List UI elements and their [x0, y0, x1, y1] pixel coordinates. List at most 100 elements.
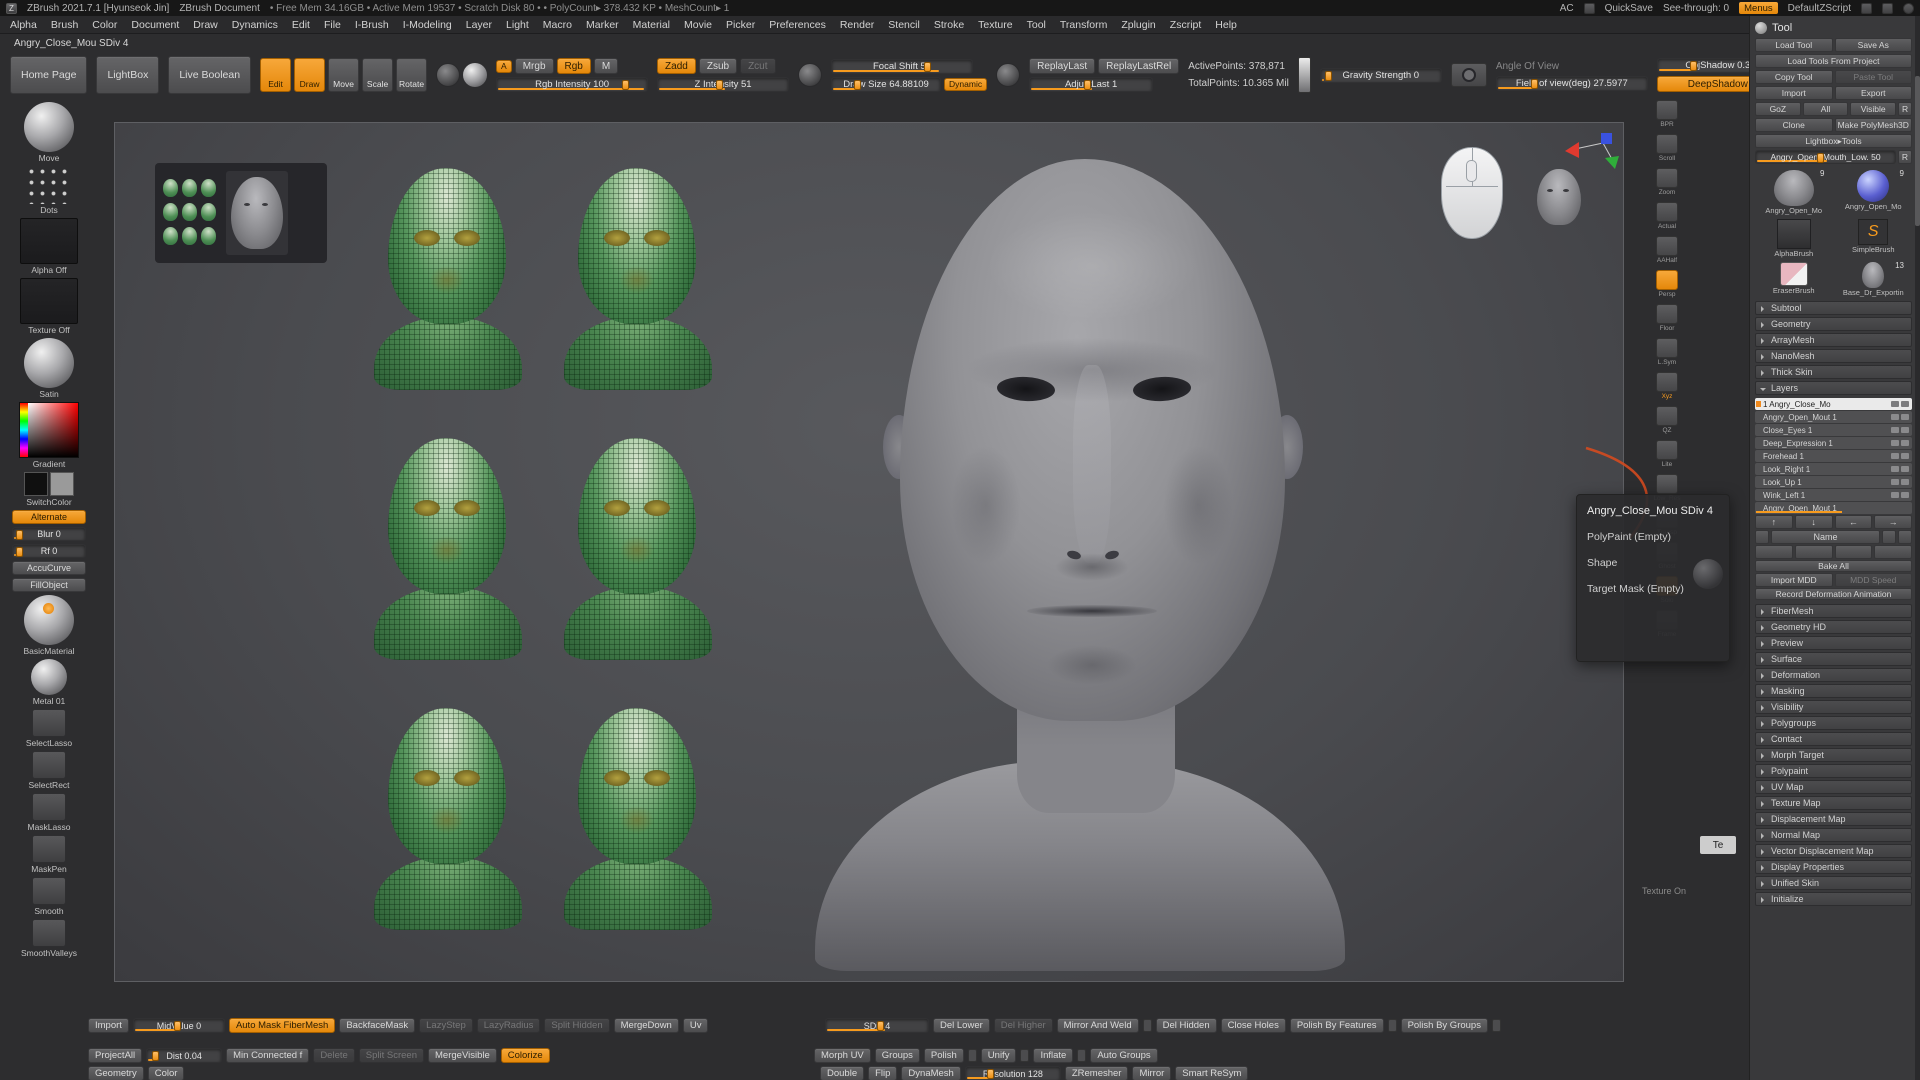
slider-draw-size-64-88109[interactable]: Draw Size 64.88109	[831, 77, 941, 92]
smooth-icon[interactable]	[32, 877, 66, 905]
mrgb[interactable]: Mrgb	[515, 58, 554, 74]
circle[interactable]	[798, 63, 822, 87]
morph-uv[interactable]: Morph UV	[814, 1048, 871, 1063]
tool-btn-import[interactable]: Import	[1755, 86, 1833, 100]
menu-marker[interactable]: Marker	[586, 19, 619, 31]
gradient-icon[interactable]	[19, 402, 79, 458]
zsub[interactable]: Zsub	[699, 58, 737, 74]
layer-deep-expression-1[interactable]: Deep_Expression 1	[1755, 437, 1912, 449]
menu-file[interactable]: File	[324, 19, 341, 31]
see-through-slider[interactable]: See-through: 0	[1663, 3, 1729, 14]
slider-adjustlast-1[interactable]: AdjustLast 1	[1029, 77, 1153, 92]
maskpen-icon[interactable]	[32, 835, 66, 863]
thumb-eraserbrush[interactable]: EraserBrush	[1755, 260, 1833, 297]
section-surface[interactable]: Surface	[1755, 652, 1912, 666]
section-unified-skin[interactable]: Unified Skin	[1755, 876, 1912, 890]
draw[interactable]: Draw	[294, 58, 325, 92]
slider-dist-0-04[interactable]: Dist 0.04	[146, 1048, 222, 1063]
thumb-simplebrush[interactable]: SSimpleBrush	[1835, 217, 1913, 258]
mini[interactable]	[1492, 1019, 1501, 1032]
shelf-bpr[interactable]: BPR	[1656, 100, 1678, 128]
menu-draw[interactable]: Draw	[193, 19, 218, 31]
menu-document[interactable]: Document	[131, 19, 179, 31]
tool-btn-make-polymesh3d[interactable]: Make PolyMesh3D	[1835, 118, 1913, 132]
mini[interactable]	[1143, 1019, 1152, 1032]
record-deformation-button[interactable]: Record Deformation Animation	[1755, 588, 1912, 600]
masklasso-icon[interactable]	[32, 793, 66, 821]
auto-groups[interactable]: Auto Groups	[1090, 1048, 1157, 1063]
popup-item-polypaint-empty[interactable]: PolyPaint (Empty)	[1587, 531, 1719, 543]
unify[interactable]: Unify	[981, 1048, 1017, 1063]
layer-1-angry-close-mo[interactable]: 1 Angry_Close_Mo	[1755, 398, 1912, 410]
tool-btn-copy-tool[interactable]: Copy Tool	[1755, 70, 1833, 84]
del-hidden[interactable]: Del Hidden	[1156, 1018, 1217, 1033]
slider-gravity-strength-0[interactable]: Gravity Strength 0	[1320, 68, 1442, 83]
flip[interactable]: Flip	[868, 1066, 897, 1080]
accucurve[interactable]: AccuCurve	[12, 561, 86, 575]
dynamic[interactable]: Dynamic	[944, 78, 987, 91]
menus-toggle[interactable]: Menus	[1739, 2, 1778, 14]
mirror[interactable]: Mirror	[1132, 1066, 1171, 1080]
layer-icon-button[interactable]	[1755, 530, 1769, 544]
tool-btn-lightbox-tools[interactable]: Lightbox▸Tools	[1755, 134, 1912, 148]
sphereico[interactable]	[463, 63, 487, 87]
satin-icon[interactable]	[24, 338, 74, 388]
import[interactable]: Import	[88, 1018, 129, 1033]
zadd[interactable]: Zadd	[657, 58, 696, 74]
smoothvalleys-icon[interactable]	[32, 919, 66, 947]
section-nanomesh[interactable]: NanoMesh	[1755, 349, 1912, 363]
section-display-properties[interactable]: Display Properties	[1755, 860, 1912, 874]
default-zscript-button[interactable]: DefaultZScript	[1788, 3, 1851, 14]
menu-alpha[interactable]: Alpha	[10, 19, 37, 31]
bake-all-button[interactable]: Bake All	[1755, 560, 1912, 572]
color[interactable]: Color	[148, 1066, 185, 1080]
layer-icon-button[interactable]	[1795, 545, 1833, 559]
menu-light[interactable]: Light	[506, 19, 529, 31]
layer-icon-button[interactable]	[1835, 545, 1873, 559]
circle[interactable]	[436, 63, 460, 87]
section-texture-map[interactable]: Texture Map	[1755, 796, 1912, 810]
auto-mask-fibermesh[interactable]: Auto Mask FiberMesh	[229, 1018, 335, 1033]
menu-tool[interactable]: Tool	[1027, 19, 1046, 31]
menu-brush[interactable]: Brush	[51, 19, 78, 31]
shelf-aahalf[interactable]: AAHalf	[1656, 236, 1678, 264]
slider-focal-shift-51[interactable]: Focal Shift 51	[831, 59, 973, 74]
home-page[interactable]: Home Page	[10, 56, 87, 94]
section-fibermesh[interactable]: FiberMesh	[1755, 604, 1912, 618]
polish-by-features[interactable]: Polish By Features	[1290, 1018, 1384, 1033]
m[interactable]: M	[594, 58, 618, 74]
selectrect-icon[interactable]	[32, 751, 66, 779]
layer-nav-x-button[interactable]: ↓	[1795, 515, 1833, 529]
shelf-qz[interactable]: QZ	[1656, 406, 1678, 434]
min-connected-f[interactable]: Min Connected f	[226, 1048, 309, 1063]
tool-btn-export[interactable]: Export	[1835, 86, 1913, 100]
shelf-persp[interactable]: Persp	[1656, 270, 1678, 298]
lazyradius[interactable]: LazyRadius	[477, 1018, 541, 1033]
menu-i-brush[interactable]: I-Brush	[355, 19, 389, 31]
alpha-off-icon[interactable]	[20, 218, 78, 264]
menu-texture[interactable]: Texture	[978, 19, 1012, 31]
layer-close-eyes-1[interactable]: Close_Eyes 1	[1755, 424, 1912, 436]
section-displacement-map[interactable]: Displacement Map	[1755, 812, 1912, 826]
close-holes[interactable]: Close Holes	[1221, 1018, 1286, 1033]
tool-btn-load-tool[interactable]: Load Tool	[1755, 38, 1833, 52]
menu-zscript[interactable]: Zscript	[1170, 19, 1202, 31]
section-polypaint[interactable]: Polypaint	[1755, 764, 1912, 778]
tool-btn-r[interactable]: R	[1898, 102, 1912, 116]
menu-preferences[interactable]: Preferences	[769, 19, 826, 31]
menu-macro[interactable]: Macro	[543, 19, 572, 31]
menu-stencil[interactable]: Stencil	[888, 19, 920, 31]
replaylastrel[interactable]: ReplayLastRel	[1098, 58, 1179, 74]
section-deformation[interactable]: Deformation	[1755, 668, 1912, 682]
tool-btn-save-as[interactable]: Save As	[1835, 38, 1913, 52]
mini[interactable]	[1388, 1019, 1397, 1032]
mini[interactable]	[1020, 1049, 1029, 1062]
menu-dynamics[interactable]: Dynamics	[232, 19, 278, 31]
layer-icon-button[interactable]	[1874, 545, 1912, 559]
tool-btn-load-tools-from-project[interactable]: Load Tools From Project	[1755, 54, 1912, 68]
grid-layout-icon[interactable]	[1882, 3, 1893, 14]
menu-stroke[interactable]: Stroke	[934, 19, 964, 31]
shelf-actual[interactable]: Actual	[1656, 202, 1678, 230]
slider-sdiv-4[interactable]: SDiv 4	[825, 1018, 929, 1033]
mergevisible[interactable]: MergeVisible	[428, 1048, 497, 1063]
